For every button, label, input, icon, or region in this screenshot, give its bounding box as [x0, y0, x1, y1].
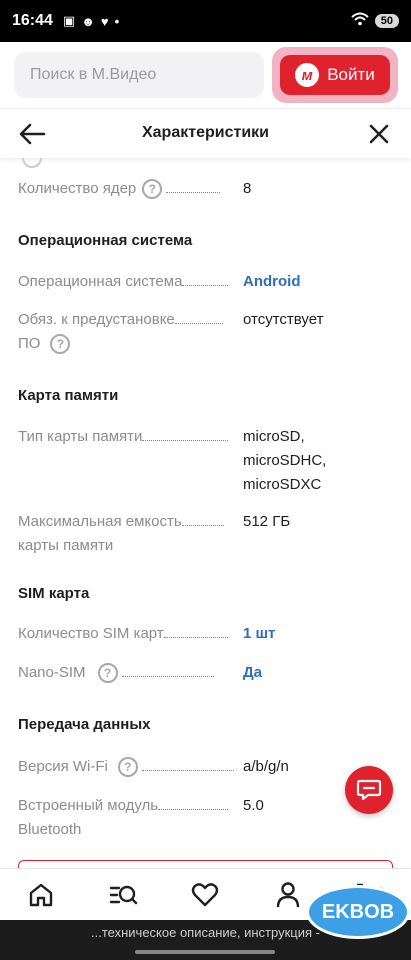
spec-value-line3: microSDXC — [243, 476, 322, 493]
notification-icon: ▣ — [62, 13, 76, 28]
message-icon: ☻ — [81, 13, 95, 29]
dotted-leader — [182, 285, 229, 286]
specs-sheet-header: Характеристики — [0, 108, 411, 158]
help-icon[interactable] — [22, 158, 42, 168]
spec-label-line1: Максимальная емкость — [18, 513, 182, 530]
spec-label: Количество ядер — [18, 180, 137, 197]
footer-hint-text: ...техническое описание, инструкция - — [91, 925, 320, 940]
help-icon[interactable]: ? — [117, 757, 138, 778]
spec-label-line1: Обяз. к предустановке — [18, 311, 175, 328]
close-icon[interactable] — [367, 122, 391, 146]
spec-value-link[interactable]: 1 шт — [243, 622, 393, 646]
spec-label: Версия Wi-Fi — [18, 758, 108, 775]
home-indicator[interactable] — [135, 950, 275, 954]
dotted-leader — [181, 525, 224, 526]
section-title: Карта памяти — [18, 387, 119, 404]
spec-label-line1: Встроенный модуль — [18, 797, 159, 814]
status-time: 16:44 — [12, 12, 53, 29]
dotted-leader — [142, 440, 229, 441]
dotted-leader — [121, 676, 214, 677]
spec-value-link[interactable]: Android — [243, 270, 393, 294]
chat-bubble-icon — [356, 779, 382, 801]
spec-label: Количество SIM карт — [18, 625, 164, 642]
spec-label: Операционная система — [18, 273, 183, 290]
wifi-icon — [351, 12, 369, 31]
dotted-leader — [158, 809, 229, 810]
help-icon[interactable]: ? — [97, 663, 118, 684]
spec-value-line2: microSDHC, — [243, 452, 327, 469]
battery-indicator: 50 — [374, 14, 399, 28]
spec-value-line1: microSD, — [243, 428, 305, 445]
dotted-leader — [166, 192, 221, 193]
dotted-leader — [174, 323, 223, 324]
chat-button[interactable] — [345, 766, 393, 814]
spec-label: Тип карты памяти — [18, 428, 143, 445]
status-right: 50 — [351, 12, 399, 31]
section-title: Операционная система — [18, 232, 193, 249]
spec-value: отсутствует — [243, 311, 324, 328]
heart-icon: ♥ — [100, 13, 109, 29]
favorites-icon[interactable] — [185, 875, 225, 915]
help-icon[interactable]: ? — [50, 334, 71, 355]
spec-label-line2: Bluetooth — [18, 821, 82, 838]
section-title: Передача данных — [18, 716, 151, 733]
search-header: Поиск в М.Видео м Войти — [0, 42, 411, 108]
spec-label-line2: ПО — [18, 335, 41, 352]
status-bar: 16:44 ▣ ☻ ♥ • 50 — [0, 0, 411, 42]
search-input[interactable]: Поиск в М.Видео — [14, 52, 264, 98]
catalog-search-icon[interactable] — [103, 875, 143, 915]
spec-value-link[interactable]: Да — [243, 661, 393, 685]
spec-value: 512 ГБ — [243, 513, 291, 530]
profile-icon[interactable] — [268, 875, 308, 915]
specs-list[interactable]: Количество ядер? 8 Операционная система … — [0, 158, 411, 868]
spec-label: Nano-SIM — [18, 664, 86, 681]
help-icon[interactable]: ? — [142, 179, 163, 200]
watermark-logo: EKBOB — [306, 885, 410, 939]
page-title: Характеристики — [141, 124, 269, 141]
mvideo-logo-icon: м — [295, 63, 320, 87]
dot-icon: • — [114, 13, 120, 29]
status-icons: ▣ ☻ ♥ • — [63, 13, 119, 29]
dotted-leader — [141, 770, 234, 771]
login-button-focus-ring: м Войти — [272, 47, 398, 103]
dotted-leader — [163, 637, 228, 638]
login-label: Войти — [327, 65, 375, 84]
login-button[interactable]: м Войти — [280, 55, 390, 95]
section-title: SIM карта — [18, 585, 90, 602]
spec-value: 8 — [243, 180, 252, 197]
spec-label-line2: карты памяти — [18, 537, 114, 554]
home-icon[interactable] — [21, 875, 61, 915]
